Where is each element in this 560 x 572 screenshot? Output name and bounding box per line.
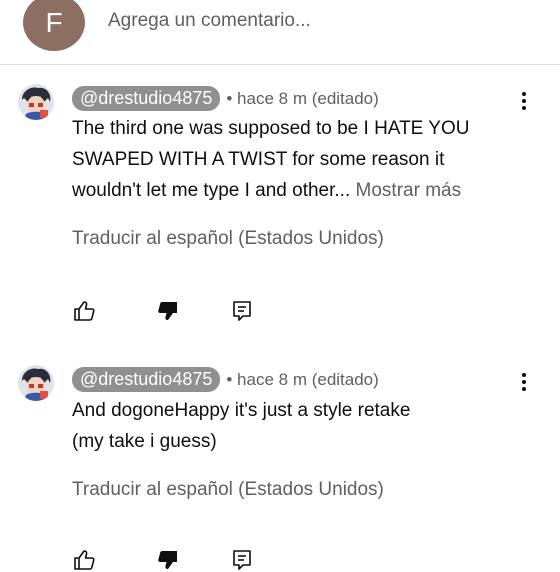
comment-meta: @drestudio4875 • hace 8 m (editado) [72,86,379,111]
commenter-avatar[interactable] [18,84,54,120]
like-icon[interactable] [72,548,96,572]
comment-timestamp: • hace 8 m (editado) [226,369,379,389]
more-vert-icon[interactable] [515,371,533,393]
comment-line: wouldn't let me type I and other... Most… [72,175,542,206]
translate-link[interactable]: Traducir al español (Estados Unidos) [72,479,384,501]
show-more-link[interactable]: Mostrar más [356,180,462,201]
comment-input[interactable]: Agrega un comentario... [108,10,311,32]
author-handle[interactable]: @drestudio4875 [72,367,221,392]
comment-timestamp: • hace 8 m (editado) [226,88,379,108]
comment-line-text: wouldn't let me type I and other... [72,180,351,201]
reply-icon[interactable] [230,548,254,572]
dislike-icon[interactable] [156,548,180,572]
user-avatar[interactable]: F [23,0,85,51]
comment-line: And dogoneHappy it's just a style retake [72,400,411,421]
comment-line: SWAPED WITH A TWIST for some reason it [72,149,445,170]
translate-link[interactable]: Traducir al español (Estados Unidos) [72,228,384,250]
comment-text: And dogoneHappy it's just a style retake… [72,395,542,457]
divider [0,64,560,65]
author-handle[interactable]: @drestudio4875 [72,86,221,111]
reply-icon[interactable] [230,299,254,323]
comment-composer: F Agrega un comentario... [0,0,560,64]
commenter-avatar-image [18,84,54,120]
comment-line: The third one was supposed to be I HATE … [72,118,470,139]
commenter-avatar-image [18,365,54,401]
more-vert-icon[interactable] [515,90,533,112]
comment-text: The third one was supposed to be I HATE … [72,113,542,206]
commenter-avatar[interactable] [18,365,54,401]
like-icon[interactable] [72,299,96,323]
dislike-icon[interactable] [156,299,180,323]
comment-meta: @drestudio4875 • hace 8 m (editado) [72,367,379,392]
comment-line: (my take i guess) [72,431,217,452]
